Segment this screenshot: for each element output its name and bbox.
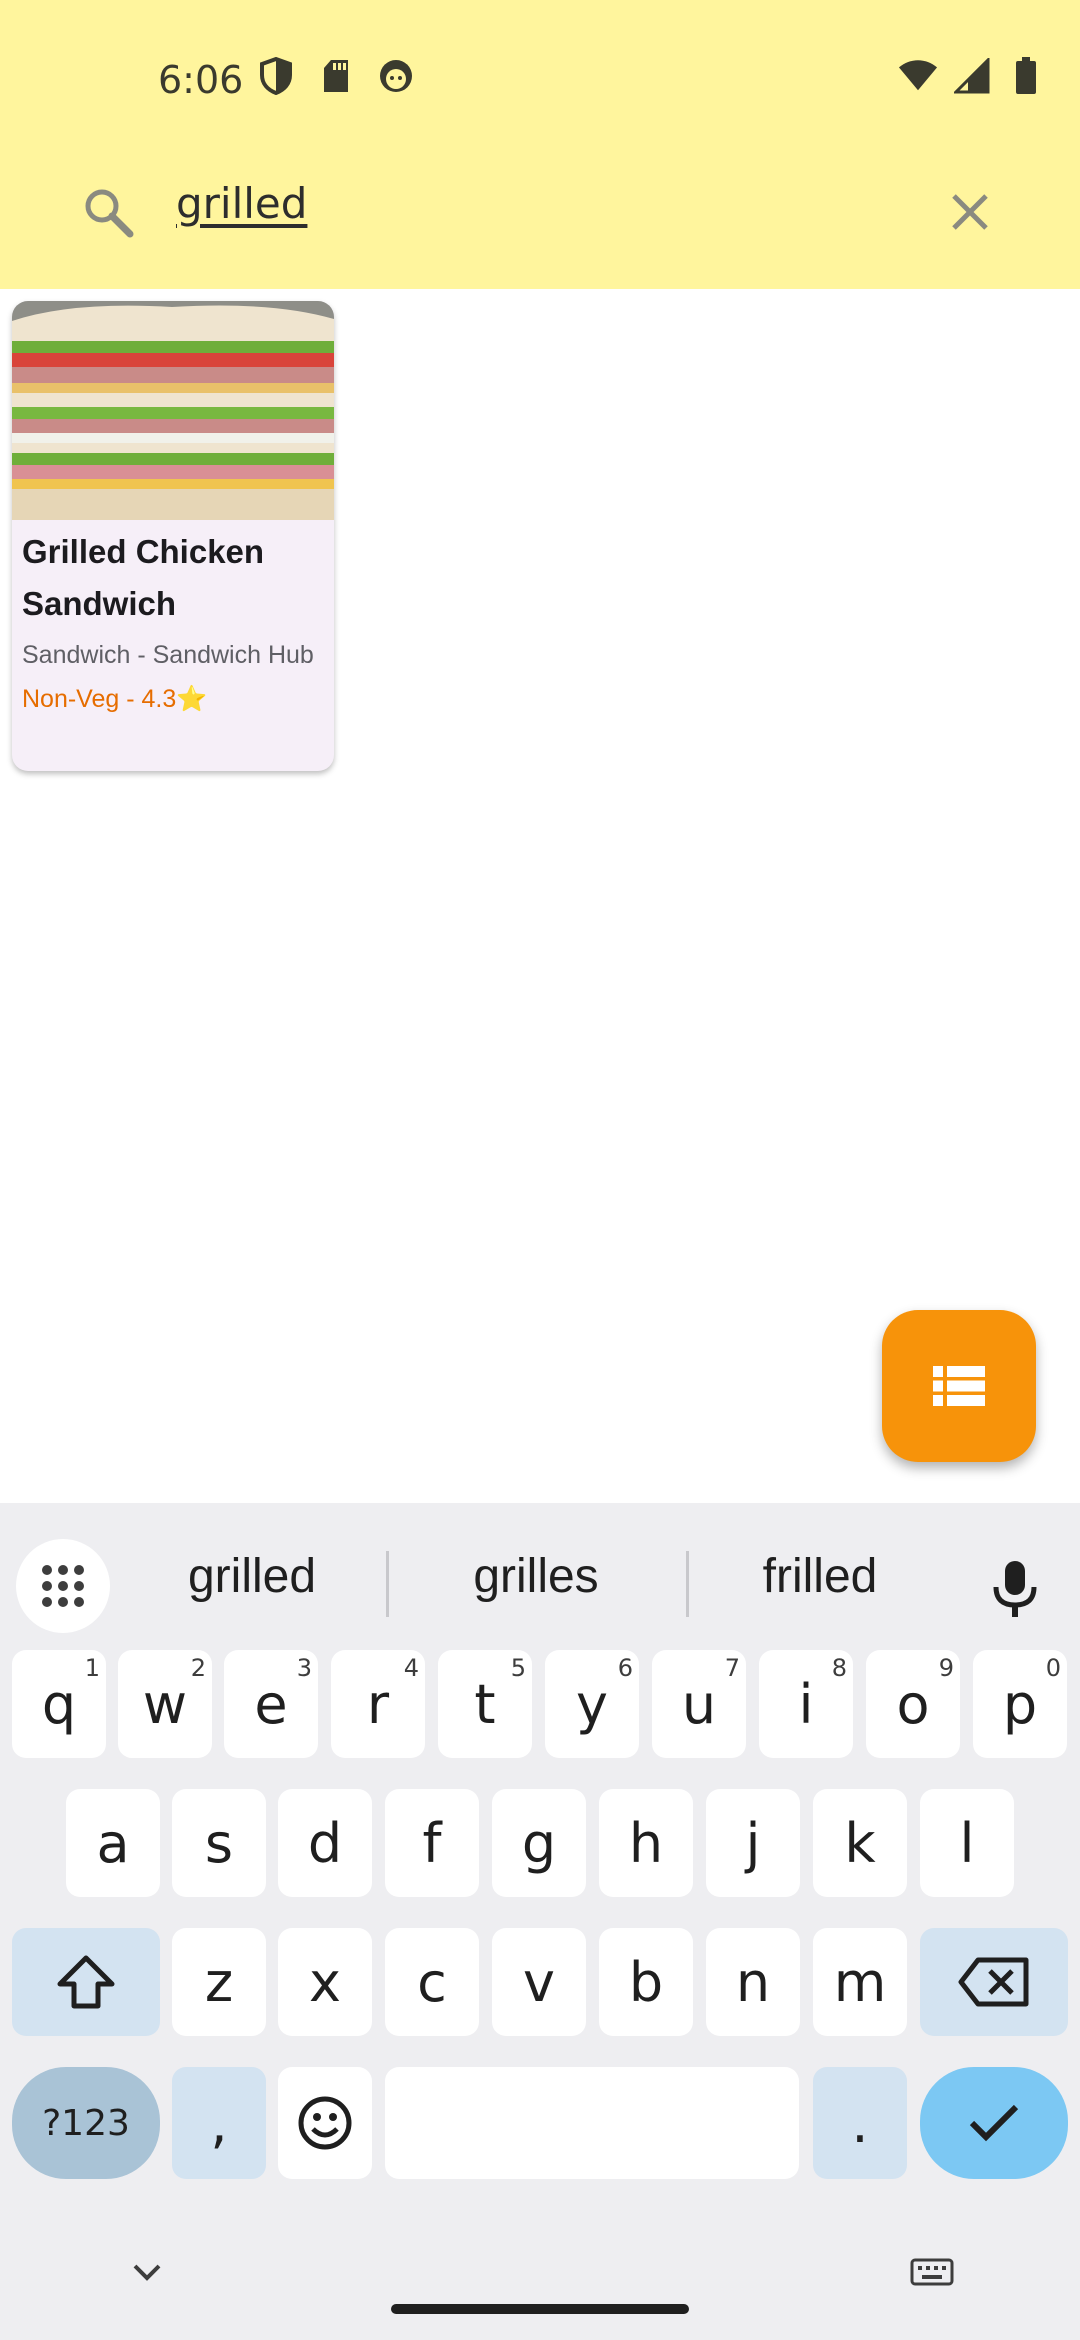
- status-icons-left: [256, 56, 416, 96]
- key-i[interactable]: i8: [759, 1650, 853, 1758]
- item-meta: Non-Veg - 4.3⭐: [22, 685, 208, 713]
- key-d[interactable]: d: [278, 1789, 372, 1897]
- checkmark-icon: [969, 2104, 1019, 2142]
- key-s[interactable]: s: [172, 1789, 266, 1897]
- period-key[interactable]: .: [813, 2067, 907, 2179]
- search-icon: [80, 184, 136, 240]
- key-v[interactable]: v: [492, 1928, 586, 2036]
- suggestion-divider: [686, 1551, 689, 1617]
- key-w[interactable]: w2: [118, 1650, 212, 1758]
- space-key[interactable]: [385, 2067, 799, 2179]
- shield-icon: [256, 56, 296, 96]
- suggestion-strip: grilled grilles frilled: [0, 1521, 1080, 1633]
- suggestion-1[interactable]: grilled: [132, 1549, 372, 1604]
- food-item-card[interactable]: Grilled Chicken Sandwich Sandwich - Sand…: [12, 301, 334, 771]
- clear-search-button[interactable]: [942, 184, 998, 240]
- home-indicator[interactable]: [391, 2304, 689, 2314]
- battery-icon: [1006, 56, 1046, 96]
- key-n[interactable]: n: [706, 1928, 800, 2036]
- key-o[interactable]: o9: [866, 1650, 960, 1758]
- signal-icon: [952, 56, 992, 96]
- keyboard-switch-icon[interactable]: [910, 2258, 954, 2286]
- symbols-key[interactable]: ?123: [12, 2067, 160, 2179]
- shift-icon: [57, 1955, 115, 2009]
- sd-card-icon: [316, 56, 356, 96]
- sandwich-image: [12, 301, 334, 520]
- key-p[interactable]: p0: [973, 1650, 1067, 1758]
- key-x[interactable]: x: [278, 1928, 372, 2036]
- soft-keyboard: grilled grilles frilled q1 w2 e3 r4 t5 y…: [0, 1503, 1080, 2340]
- wifi-icon: [898, 56, 938, 96]
- comma-key[interactable]: ,: [172, 2067, 266, 2179]
- suggestion-2[interactable]: grilles: [416, 1549, 656, 1604]
- key-f[interactable]: f: [385, 1789, 479, 1897]
- key-l[interactable]: l: [920, 1789, 1014, 1897]
- item-category: Sandwich - Sandwich Hub: [22, 641, 314, 669]
- grid-icon: [42, 1565, 84, 1607]
- backspace-icon: [958, 1957, 1029, 2007]
- emoji-key[interactable]: [278, 2067, 372, 2179]
- key-c[interactable]: c: [385, 1928, 479, 2036]
- item-title: Grilled Chicken Sandwich: [22, 533, 265, 622]
- key-r[interactable]: r4: [331, 1650, 425, 1758]
- key-m[interactable]: m: [813, 1928, 907, 2036]
- key-j[interactable]: j: [706, 1789, 800, 1897]
- key-u[interactable]: u7: [652, 1650, 746, 1758]
- key-q[interactable]: q1: [12, 1650, 106, 1758]
- top-app-bar: 6:06 grilled: [0, 0, 1080, 289]
- status-icons-right: [898, 56, 1046, 96]
- close-icon: [952, 194, 988, 230]
- suggestion-divider: [386, 1551, 389, 1617]
- status-time: 6:06: [158, 58, 244, 102]
- key-k[interactable]: k: [813, 1789, 907, 1897]
- microphone-icon[interactable]: [990, 1559, 1040, 1619]
- keyboard-menu-button[interactable]: [16, 1539, 110, 1633]
- search-input[interactable]: grilled: [176, 174, 896, 234]
- key-y[interactable]: y6: [545, 1650, 639, 1758]
- enter-key[interactable]: [920, 2067, 1068, 2179]
- shift-key[interactable]: [12, 1928, 160, 2036]
- list-view-icon: [933, 1366, 985, 1406]
- search-bar: grilled: [0, 160, 1080, 260]
- face-icon: [376, 56, 416, 96]
- key-z[interactable]: z: [172, 1928, 266, 2036]
- key-h[interactable]: h: [599, 1789, 693, 1897]
- card-body: Grilled Chicken Sandwich Sandwich - Sand…: [12, 520, 334, 718]
- key-e[interactable]: e3: [224, 1650, 318, 1758]
- suggestion-3[interactable]: frilled: [700, 1549, 940, 1604]
- emoji-icon: [298, 2096, 352, 2150]
- key-g[interactable]: g: [492, 1789, 586, 1897]
- navigation-bar: [0, 2220, 1080, 2340]
- backspace-key[interactable]: [920, 1928, 1068, 2036]
- key-t[interactable]: t5: [438, 1650, 532, 1758]
- list-view-fab[interactable]: [882, 1310, 1036, 1462]
- chevron-down-icon[interactable]: [132, 2262, 162, 2282]
- key-a[interactable]: a: [66, 1789, 160, 1897]
- key-b[interactable]: b: [599, 1928, 693, 2036]
